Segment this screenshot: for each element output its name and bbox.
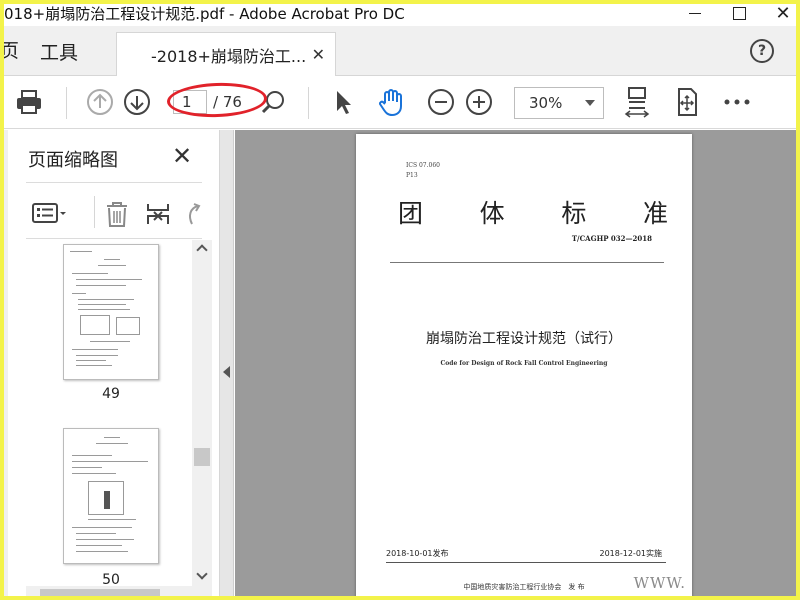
scroll-down-icon[interactable] xyxy=(196,568,208,580)
horizontal-scrollbar[interactable] xyxy=(26,586,196,600)
thumbnail-scrollbar[interactable] xyxy=(192,240,212,600)
publish-date: 2018-10-01发布 xyxy=(386,549,449,558)
minimize-button[interactable] xyxy=(684,2,706,24)
page-down-icon[interactable] xyxy=(122,87,152,117)
chevron-down-icon xyxy=(585,100,595,106)
document-tab-label: -2018+崩塌防治工... xyxy=(151,46,307,66)
panel-title: 页面缩略图 xyxy=(28,150,118,171)
tab-bar: 页 工具 -2018+崩塌防治工... ✕ ? xyxy=(0,26,800,76)
zoom-in-icon[interactable] xyxy=(464,87,494,117)
extract-icon[interactable] xyxy=(144,200,172,232)
standard-type: 团 体 标 准 xyxy=(398,199,668,228)
fit-page-icon[interactable] xyxy=(622,87,652,118)
watermark: WWW. xyxy=(633,574,686,592)
tab-home[interactable]: 页 xyxy=(0,36,19,63)
maximize-button[interactable] xyxy=(728,2,750,24)
scroll-up-icon[interactable] xyxy=(196,244,208,256)
window-controls: ✕ xyxy=(684,0,794,26)
hand-icon[interactable] xyxy=(376,87,406,117)
thumbnail-label: 49 xyxy=(102,386,120,402)
pdf-page: ICS 07.060 P13 团 体 标 准 T/CAGHP 032—2018 … xyxy=(356,134,692,600)
scroll-thumb[interactable] xyxy=(194,448,210,466)
chevron-left-icon xyxy=(223,366,230,378)
category-code: P13 xyxy=(406,172,418,179)
thumbnail-panel: 页面缩略图 ✕ 49 50 xyxy=(0,130,220,600)
thumbnail-page-49[interactable] xyxy=(63,244,159,380)
thumbnail-page-50[interactable] xyxy=(63,428,159,564)
toolbar: / 76 30% xyxy=(0,77,800,129)
document-view[interactable]: ICS 07.060 P13 团 体 标 准 T/CAGHP 032—2018 … xyxy=(235,130,800,600)
zoom-out-icon[interactable] xyxy=(426,87,456,117)
panel-collapse-handle[interactable] xyxy=(220,130,234,600)
tab-tools[interactable]: 工具 xyxy=(40,38,78,65)
effective-date: 2018-12-01实施 xyxy=(599,549,663,558)
panel-toolbar xyxy=(26,192,202,236)
document-title-en: Code for Design of Rock Fall Control Eng… xyxy=(440,360,608,367)
select-arrow-icon[interactable] xyxy=(328,87,358,117)
thumbnail-list: 49 50 xyxy=(20,240,192,600)
help-icon[interactable]: ? xyxy=(750,39,774,63)
zoom-select[interactable]: 30% xyxy=(514,87,604,119)
window-title: 018+崩塌防治工程设计规范.pdf - Adobe Acrobat Pro D… xyxy=(4,4,405,23)
tab-document[interactable]: -2018+崩塌防治工... ✕ xyxy=(116,32,336,76)
document-title-cn: 崩塌防治工程设计规范（试行） xyxy=(426,331,622,347)
title-bar: 018+崩塌防治工程设计规范.pdf - Adobe Acrobat Pro D… xyxy=(0,0,800,26)
delete-icon[interactable] xyxy=(104,200,130,232)
undo-icon[interactable] xyxy=(184,202,204,232)
highlight-ellipse xyxy=(166,81,268,119)
close-icon[interactable]: ✕ xyxy=(172,142,192,170)
fit-width-icon[interactable] xyxy=(672,87,702,117)
close-icon[interactable]: ✕ xyxy=(312,45,325,64)
standard-code: T/CAGHP 032—2018 xyxy=(571,234,652,243)
options-icon[interactable] xyxy=(32,202,68,230)
ics-code: ICS 07.060 xyxy=(406,162,440,169)
zoom-value: 30% xyxy=(529,94,563,112)
page-up-icon[interactable] xyxy=(85,87,115,117)
more-icon[interactable] xyxy=(722,87,752,117)
close-window-button[interactable]: ✕ xyxy=(772,2,794,24)
print-icon[interactable] xyxy=(14,87,44,117)
